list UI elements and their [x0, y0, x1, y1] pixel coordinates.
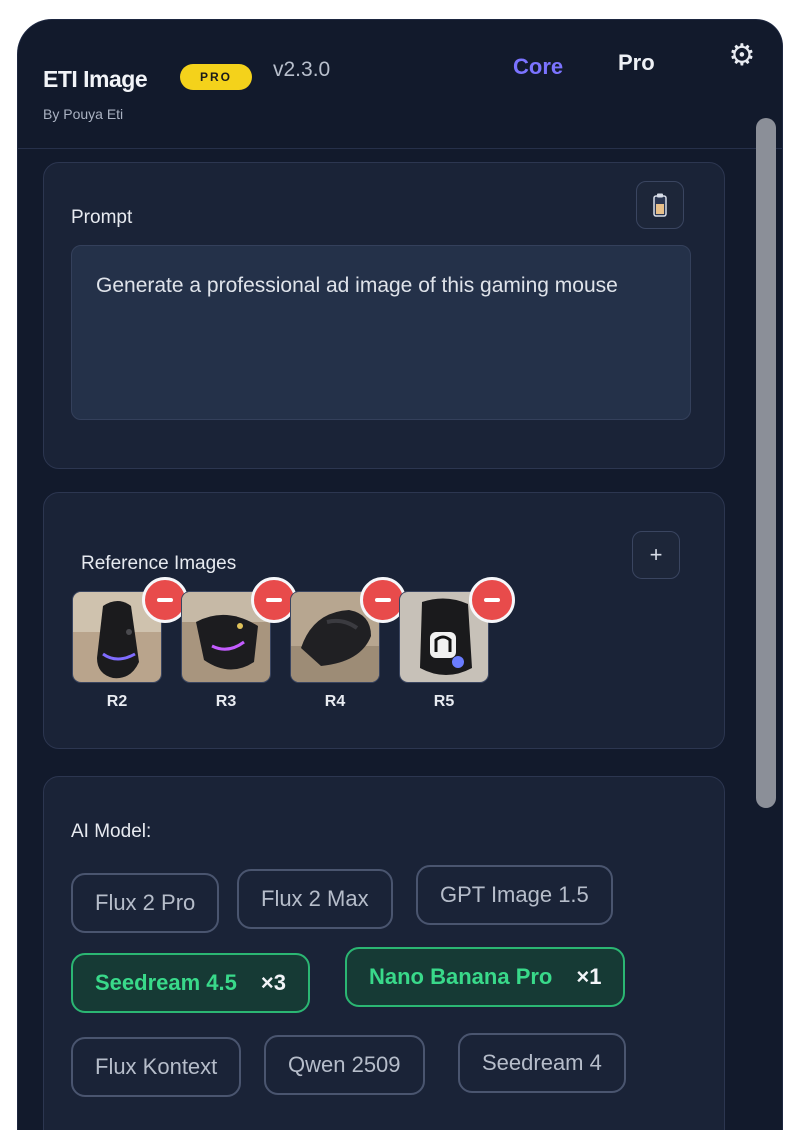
model-option-label: Flux Kontext: [95, 1054, 218, 1079]
reference-name: R5: [433, 693, 455, 710]
reference-item: R5: [399, 577, 515, 711]
model-option-gpt-image-1-5[interactable]: GPT Image 1.5: [416, 865, 613, 925]
ai-model-label: AI Model:: [71, 821, 152, 842]
model-option-label: Flux 2 Pro: [95, 890, 196, 915]
prompt-label: Prompt: [71, 207, 133, 228]
reference-images-label: Reference Images: [81, 553, 237, 574]
reference-name: R2: [106, 693, 128, 710]
scrollbar-thumb[interactable]: [756, 118, 776, 808]
clipboard-button[interactable]: [636, 181, 684, 229]
author-byline: By Pouya Eti: [43, 106, 124, 122]
add-reference-button[interactable]: +: [632, 531, 680, 579]
reference-item: R3: [181, 577, 297, 711]
minus-icon: [157, 598, 173, 602]
gear-icon[interactable]: ⚙: [726, 40, 758, 72]
prompt-section: Prompt Generate a professional ad image …: [43, 162, 725, 469]
tab-core[interactable]: Core: [513, 54, 563, 80]
model-option-label: Nano Banana Pro: [369, 964, 553, 989]
model-option-label: Seedream 4.5: [95, 970, 237, 995]
reference-item: R2: [72, 577, 188, 711]
model-option-qwen-2509[interactable]: Qwen 2509: [264, 1035, 425, 1095]
model-option-flux-2-max[interactable]: Flux 2 Max: [237, 869, 393, 929]
model-option-seedream-4-5[interactable]: Seedream 4.5 ×3: [71, 953, 310, 1013]
minus-icon: [484, 598, 500, 602]
reference-item: R4: [290, 577, 406, 711]
pro-badge: PRO: [180, 64, 252, 90]
remove-reference-button[interactable]: [469, 577, 515, 623]
app-panel: ETI Image PRO v2.3.0 By Pouya Eti Core P…: [18, 20, 782, 1130]
model-option-label: Flux 2 Max: [261, 886, 369, 911]
model-option-label: GPT Image 1.5: [440, 882, 589, 907]
minus-icon: [375, 598, 391, 602]
reference-name: R4: [324, 693, 346, 710]
clipboard-icon: [653, 193, 667, 217]
ai-model-section: AI Model: Flux 2 Pro Flux 2 Max GPT Imag…: [43, 776, 725, 1130]
model-option-flux-kontext[interactable]: Flux Kontext: [71, 1037, 242, 1097]
prompt-textarea[interactable]: Generate a professional ad image of this…: [71, 245, 691, 420]
model-option-flux-2-pro[interactable]: Flux 2 Pro: [71, 873, 220, 933]
model-multiplier: ×3: [260, 970, 286, 995]
model-option-nano-banana-pro[interactable]: Nano Banana Pro ×1: [345, 947, 626, 1007]
version-label: v2.3.0: [273, 58, 331, 81]
model-multiplier: ×1: [576, 964, 602, 989]
model-option-seedream-4[interactable]: Seedream 4: [458, 1033, 626, 1093]
plus-icon: +: [649, 542, 663, 567]
model-option-label: Qwen 2509: [288, 1052, 401, 1077]
model-option-label: Seedream 4: [482, 1050, 602, 1075]
app-header: ETI Image PRO v2.3.0 By Pouya Eti Core P…: [18, 20, 782, 149]
app-title: ETI Image: [43, 66, 148, 92]
reference-images-section: Reference Images + R2 R3 R4 R5: [43, 492, 725, 749]
reference-name: R3: [215, 693, 237, 710]
minus-icon: [266, 598, 282, 602]
tab-pro[interactable]: Pro: [618, 50, 655, 76]
